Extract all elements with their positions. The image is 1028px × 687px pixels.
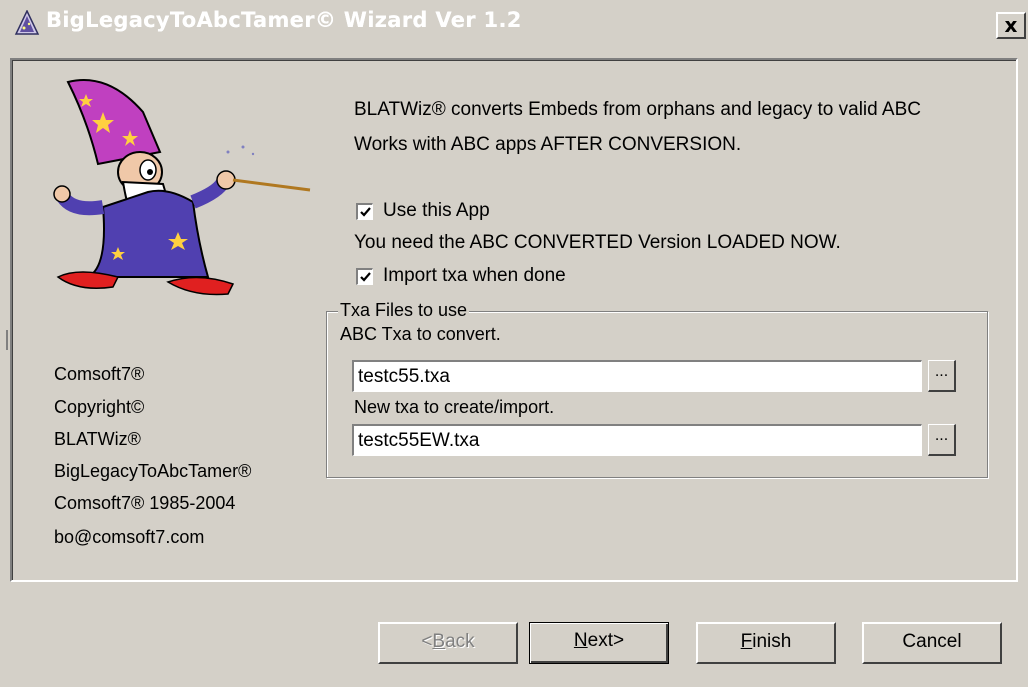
- finish-rest: inish: [752, 631, 792, 652]
- checkbox-box[interactable]: [356, 202, 373, 220]
- title-bar: BigLegacyToAbcTamer© Wizard Ver 1.2 x: [0, 0, 1028, 46]
- browse-convert-button[interactable]: ...: [928, 360, 956, 392]
- next-button[interactable]: Next>: [529, 622, 669, 664]
- info-line: BigLegacyToAbcTamer®: [54, 461, 252, 481]
- cancel-button[interactable]: Cancel: [862, 622, 1002, 664]
- close-icon: x: [1004, 13, 1018, 37]
- check-icon: [360, 206, 371, 217]
- back-prefix: <: [421, 631, 433, 652]
- wizard-mascot-icon: [53, 79, 311, 296]
- finish-button[interactable]: Finish: [696, 622, 836, 664]
- finish-accel: F: [740, 631, 753, 652]
- import-txa-checkbox[interactable]: Import txa when done: [356, 265, 566, 287]
- window-title: BigLegacyToAbcTamer© Wizard Ver 1.2: [46, 8, 522, 32]
- browse-create-button[interactable]: ...: [928, 424, 956, 456]
- create-field-label: New txa to create/import.: [354, 397, 555, 417]
- import-txa-label: Import txa when done: [383, 265, 566, 286]
- info-line: Comsoft7® 1985-2004: [54, 493, 236, 513]
- groupbox-title: Txa Files to use: [338, 300, 470, 321]
- convert-txa-input[interactable]: [352, 360, 922, 392]
- checkbox-box[interactable]: [356, 267, 373, 285]
- create-txa-input[interactable]: [352, 424, 922, 456]
- window-edge: [6, 330, 8, 350]
- wizard-hat-icon: [14, 10, 40, 35]
- back-button[interactable]: <Back: [378, 622, 518, 664]
- description-line-2: Works with ABC apps AFTER CONVERSION.: [354, 134, 742, 155]
- info-line: bo@comsoft7.com: [54, 527, 205, 547]
- description-line-1: BLATWiz® converts Embeds from orphans an…: [354, 99, 922, 120]
- convert-field-label: ABC Txa to convert.: [340, 324, 501, 344]
- info-line: Comsoft7®: [54, 364, 145, 384]
- info-line: BLATWiz®: [54, 429, 141, 449]
- check-icon: [360, 271, 371, 282]
- info-line: Copyright©: [54, 397, 145, 417]
- use-app-label: Use this App: [383, 200, 490, 221]
- back-rest: ack: [445, 631, 475, 652]
- requirement-note: You need the ABC CONVERTED Version LOADE…: [354, 232, 841, 253]
- use-app-checkbox[interactable]: Use this App: [356, 200, 490, 222]
- next-accel: N: [573, 630, 588, 651]
- close-button[interactable]: x: [996, 12, 1026, 39]
- next-rest: ext>: [587, 630, 625, 651]
- back-accel: B: [432, 631, 446, 652]
